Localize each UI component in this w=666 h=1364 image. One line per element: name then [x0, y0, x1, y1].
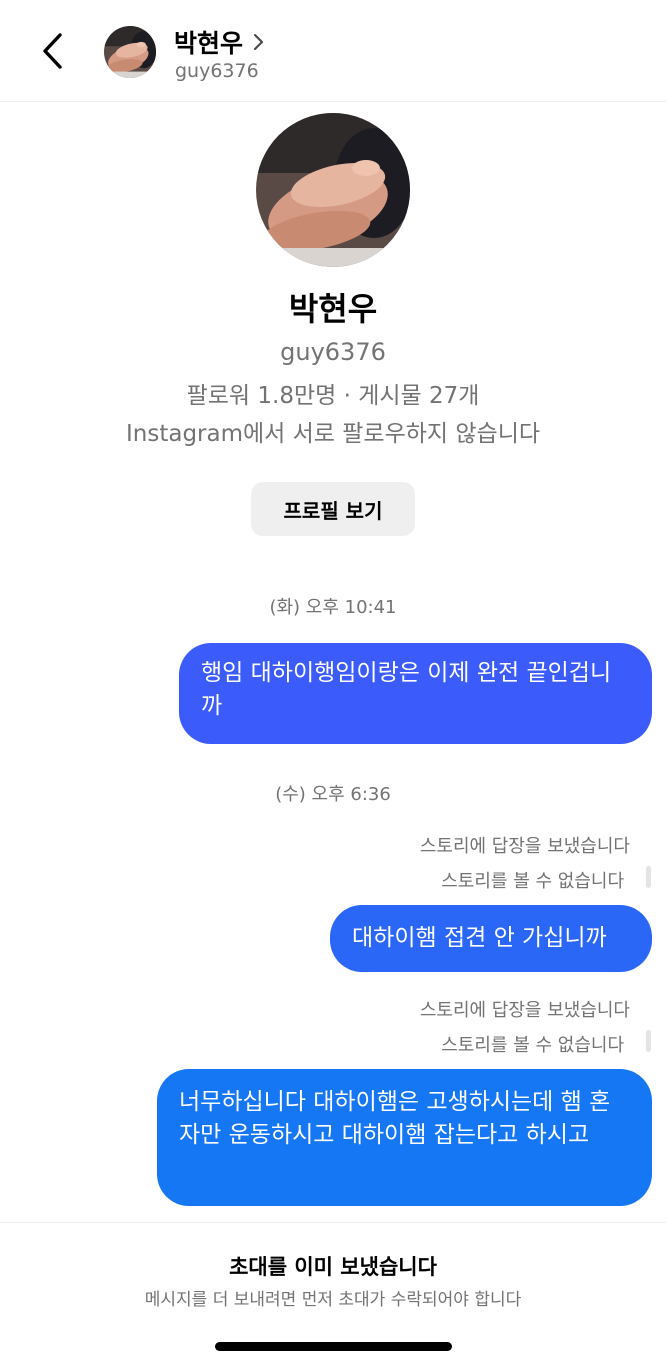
chevron-right-icon	[254, 34, 264, 50]
message-timestamp: (수) 오후 6:36	[275, 784, 391, 805]
profile-stats: 팔로워 1.8만명 · 게시물 27개	[186, 383, 480, 409]
message-bubble-sent[interactable]: 행임 대하이행임이랑은 이제 완전 끝인겁니까	[179, 643, 652, 744]
chevron-left-icon	[43, 33, 62, 69]
invite-sent-subtitle: 메시지를 더 보내려면 먼저 초대가 수락되어야 합니다	[144, 1290, 522, 1310]
message-timestamp: (화) 오후 10:41	[269, 597, 397, 618]
thread-header: 박현우 guy6376	[0, 0, 666, 102]
header-name: 박현우	[174, 29, 244, 58]
invite-sent-title: 초대를 이미 보냈습니다	[229, 1255, 437, 1279]
message-bubble-sent[interactable]: 너무하십니다 대하이햄은 고생하시는데 햄 혼자만 운동하시고 대하이햄 잡는다…	[157, 1069, 652, 1206]
profile-avatar[interactable]	[256, 113, 410, 267]
profile-handle: guy6376	[280, 338, 386, 366]
header-name-row[interactable]: 박현우	[174, 24, 265, 60]
dm-thread-screen: 박현우 guy6376 박현우 guy6376 팔로워 1.8만명 · 게시물 …	[0, 0, 666, 1364]
avatar[interactable]	[104, 26, 156, 78]
story-reply-bar	[646, 1030, 651, 1052]
story-reply-bar	[646, 866, 651, 888]
mutual-follow-note: Instagram에서 서로 팔로우하지 않습니다	[125, 421, 541, 447]
story-reply-note: 스토리에 답장을 보냈습니다	[419, 1000, 630, 1021]
profile-name: 박현우	[288, 290, 378, 328]
story-unavailable-note[interactable]: 스토리를 볼 수 없습니다	[441, 1031, 624, 1057]
story-unavailable-note[interactable]: 스토리를 볼 수 없습니다	[441, 867, 624, 893]
home-indicator[interactable]	[215, 1342, 452, 1351]
back-button[interactable]	[34, 28, 74, 74]
header-handle: guy6376	[175, 60, 259, 82]
view-profile-button[interactable]: 프로필 보기	[251, 482, 415, 536]
message-bubble-sent[interactable]: 대하이햄 접견 안 가십니까	[330, 905, 652, 972]
story-reply-note: 스토리에 답장을 보냈습니다	[419, 836, 630, 857]
